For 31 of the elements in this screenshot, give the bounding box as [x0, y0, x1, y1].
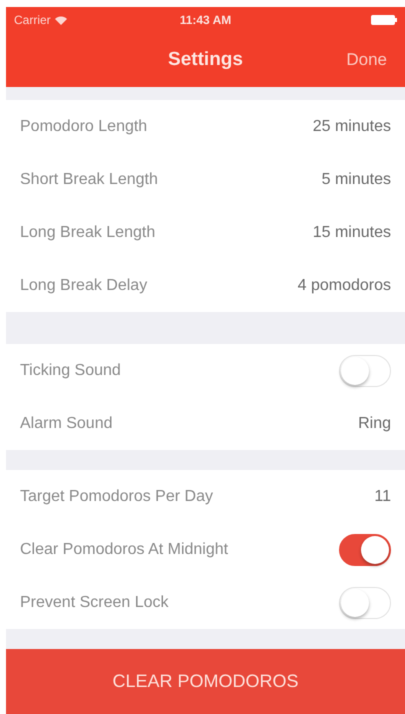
settings-row[interactable]: Pomodoro Length 25 minutes [6, 100, 405, 153]
battery-icon [371, 15, 397, 25]
setting-value: Ring [358, 414, 391, 434]
setting-value: 4 pomodoros [298, 276, 391, 296]
settings-row[interactable]: Long Break Delay 4 pomodoros [6, 259, 405, 312]
settings-row[interactable]: Target Pomodoros Per Day 11 [6, 470, 405, 523]
setting-value: 25 minutes [312, 116, 391, 136]
settings-row[interactable]: Long Break Length 15 minutes [6, 206, 405, 259]
settings-row[interactable]: Alarm Sound Ring [6, 397, 405, 450]
setting-label: Long Break Delay [20, 276, 148, 296]
settings-row[interactable]: Clear Pomodoros At Midnight [6, 523, 405, 576]
setting-label: Target Pomodoros Per Day [20, 486, 213, 506]
settings-row[interactable]: Prevent Screen Lock [6, 576, 405, 629]
setting-label: Prevent Screen Lock [20, 592, 169, 612]
carrier-label: Carrier [14, 12, 51, 29]
clear-pomodoros-button[interactable]: CLEAR POMODOROS [6, 649, 405, 714]
setting-value: 11 [374, 486, 391, 506]
toggle-switch[interactable] [339, 534, 391, 566]
setting-label: Clear Pomodoros At Midnight [20, 540, 228, 560]
setting-value: 5 minutes [322, 170, 391, 190]
wifi-icon [54, 16, 67, 24]
clock-time: 11:43 AM [180, 12, 232, 29]
setting-label: Long Break Length [20, 222, 156, 242]
setting-label: Alarm Sound [20, 414, 112, 434]
setting-label: Ticking Sound [20, 360, 121, 380]
settings-row[interactable]: Short Break Length 5 minutes [6, 153, 405, 206]
setting-label: Pomodoro Length [20, 116, 148, 136]
screen-title: Settings [168, 48, 243, 72]
setting-label: Short Break Length [20, 170, 158, 190]
settings-row[interactable]: Ticking Sound [6, 344, 405, 397]
setting-value: 15 minutes [312, 222, 391, 242]
